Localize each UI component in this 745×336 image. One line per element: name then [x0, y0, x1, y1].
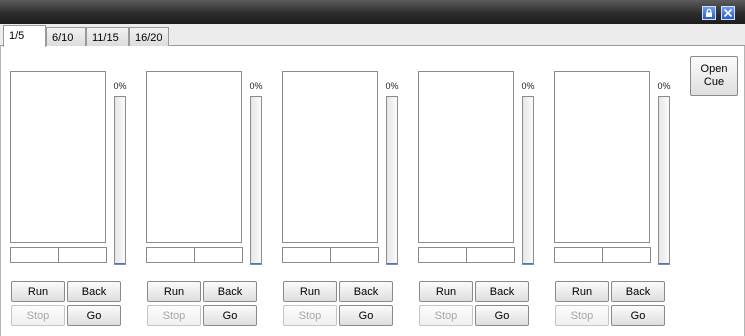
progress-meter: [386, 96, 398, 265]
back-button[interactable]: Back: [611, 281, 665, 302]
progress-label: 0%: [113, 81, 127, 91]
open-cue-button[interactable]: Open Cue: [690, 56, 738, 96]
progress-meter: [658, 96, 670, 265]
cue-field-right[interactable]: [58, 247, 107, 263]
main-panel: 0% Run Back Stop Go 0% Run Back Stop Go …: [0, 46, 745, 336]
cue-list[interactable]: [146, 71, 242, 243]
back-button[interactable]: Back: [475, 281, 529, 302]
tab-16-20[interactable]: 16/20: [129, 27, 169, 46]
progress-meter-fill: [659, 263, 669, 264]
stop-button[interactable]: Stop: [283, 305, 337, 326]
stop-button[interactable]: Stop: [555, 305, 609, 326]
tab-6-10[interactable]: 6/10: [46, 27, 86, 46]
go-button[interactable]: Go: [611, 305, 665, 326]
stop-button[interactable]: Stop: [147, 305, 201, 326]
tab-1-5[interactable]: 1/5: [3, 25, 46, 47]
progress-label: 0%: [249, 81, 263, 91]
title-bar: [0, 0, 745, 24]
run-button[interactable]: Run: [11, 281, 65, 302]
run-button[interactable]: Run: [555, 281, 609, 302]
go-button[interactable]: Go: [339, 305, 393, 326]
progress-meter: [250, 96, 262, 265]
cue-field-left[interactable]: [10, 247, 59, 263]
back-button[interactable]: Back: [203, 281, 257, 302]
progress-meter: [522, 96, 534, 265]
cue-field-right[interactable]: [602, 247, 651, 263]
tab-bar: 1/5 6/10 11/15 16/20: [0, 24, 745, 47]
run-button[interactable]: Run: [419, 281, 473, 302]
stop-button[interactable]: Stop: [11, 305, 65, 326]
go-button[interactable]: Go: [475, 305, 529, 326]
progress-meter-fill: [115, 263, 125, 264]
cue-field-left[interactable]: [146, 247, 195, 263]
progress-label: 0%: [521, 81, 535, 91]
progress-meter-fill: [251, 263, 261, 264]
progress-meter-fill: [387, 263, 397, 264]
run-button[interactable]: Run: [147, 281, 201, 302]
go-button[interactable]: Go: [67, 305, 121, 326]
cue-list[interactable]: [418, 71, 514, 243]
stop-button[interactable]: Stop: [419, 305, 473, 326]
back-button[interactable]: Back: [67, 281, 121, 302]
back-button[interactable]: Back: [339, 281, 393, 302]
cue-list[interactable]: [10, 71, 106, 243]
progress-label: 0%: [385, 81, 399, 91]
cue-field-right[interactable]: [466, 247, 515, 263]
go-button[interactable]: Go: [203, 305, 257, 326]
progress-meter: [114, 96, 126, 265]
progress-meter-fill: [523, 263, 533, 264]
cue-field-left[interactable]: [554, 247, 603, 263]
run-button[interactable]: Run: [283, 281, 337, 302]
cue-field-right[interactable]: [194, 247, 243, 263]
progress-label: 0%: [657, 81, 671, 91]
cue-list[interactable]: [282, 71, 378, 243]
lock-icon[interactable]: [702, 6, 716, 20]
close-icon[interactable]: [721, 6, 735, 20]
cue-list[interactable]: [554, 71, 650, 243]
cue-field-left[interactable]: [418, 247, 467, 263]
tab-11-15[interactable]: 11/15: [86, 27, 129, 46]
cue-field-right[interactable]: [330, 247, 379, 263]
cue-field-left[interactable]: [282, 247, 331, 263]
